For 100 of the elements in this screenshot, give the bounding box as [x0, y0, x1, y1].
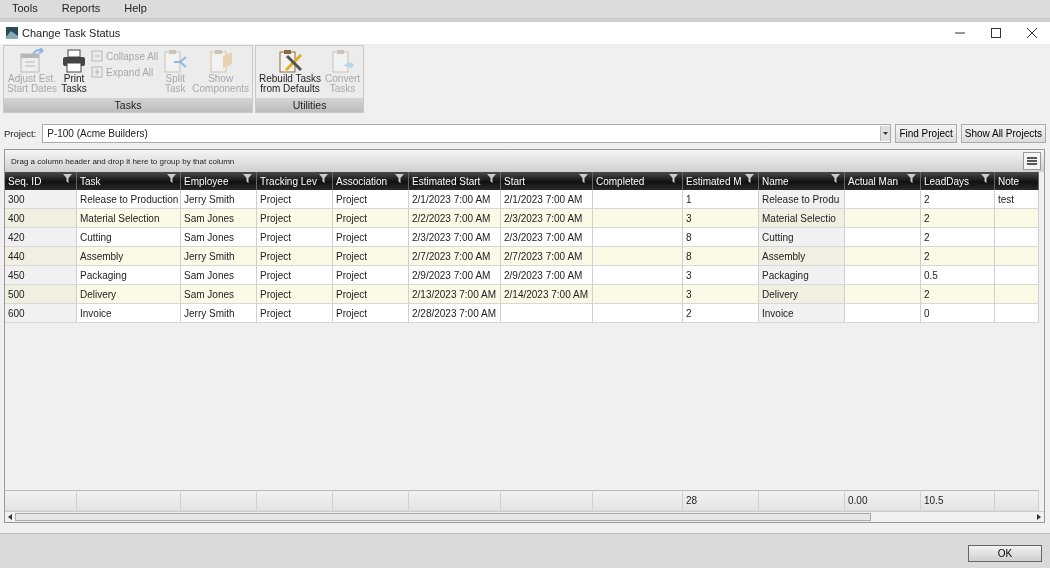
table-cell: 2: [921, 228, 995, 247]
menu-item[interactable]: Tools: [0, 0, 50, 18]
table-cell: 2/7/2023 7:00 AM: [409, 247, 501, 266]
project-button[interactable]: Show All Projects: [960, 124, 1046, 143]
table-cell: Delivery: [759, 285, 845, 304]
ribbon-button[interactable]: Print Tasks: [59, 48, 90, 94]
filter-icon[interactable]: [981, 174, 990, 183]
table-cell: Sam Jones: [181, 209, 257, 228]
table-cell: Project: [257, 304, 333, 323]
table-cell: 2/3/2023 7:00 AM: [501, 209, 593, 228]
table-cell: 2/9/2023 7:00 AM: [501, 266, 593, 285]
filter-icon[interactable]: [669, 174, 678, 183]
table-cell: Project: [333, 190, 409, 209]
column-header[interactable]: Task: [77, 172, 181, 190]
table-cell: Cutting: [77, 228, 181, 247]
total-cell: 10.5: [921, 490, 995, 511]
table-cell: 2: [683, 304, 759, 323]
table-cell: Delivery: [77, 285, 181, 304]
table-cell: Packaging: [77, 266, 181, 285]
column-header[interactable]: Tracking Lev: [257, 172, 333, 190]
table-cell: Project: [333, 209, 409, 228]
table-cell: [995, 228, 1039, 247]
table-cell: [995, 247, 1039, 266]
table-cell: Project: [333, 247, 409, 266]
column-header[interactable]: Name: [759, 172, 845, 190]
table-cell: Cutting: [759, 228, 845, 247]
table-cell: 2/3/2023 7:00 AM: [501, 228, 593, 247]
table-cell: test: [995, 190, 1039, 209]
project-button[interactable]: Find Project: [895, 124, 957, 143]
total-cell: 28: [683, 490, 759, 511]
table-cell: 2/1/2023 7:00 AM: [409, 190, 501, 209]
table-cell: 3: [683, 209, 759, 228]
ok-button[interactable]: OK: [968, 545, 1042, 562]
column-header[interactable]: Actual Man: [845, 172, 921, 190]
filter-icon[interactable]: [745, 174, 754, 183]
table-cell: Sam Jones: [181, 266, 257, 285]
table-cell: 2/1/2023 7:00 AM: [501, 190, 593, 209]
field-label: Project:: [4, 128, 37, 139]
table-cell: [995, 266, 1039, 285]
table-cell: [995, 304, 1039, 323]
footer-cell: [5, 490, 77, 511]
menu-item[interactable]: Help: [112, 0, 159, 18]
menu-item[interactable]: Reports: [49, 0, 113, 18]
project-dropdown[interactable]: P-100 (Acme Builders): [42, 124, 892, 143]
table-cell: Project: [333, 228, 409, 247]
table-cell: 500: [5, 285, 77, 304]
column-header[interactable]: Note: [995, 172, 1039, 190]
filter-icon[interactable]: [319, 174, 328, 183]
total-cell: 0.00: [845, 490, 921, 511]
table-cell: Project: [257, 285, 333, 304]
column-header[interactable]: LeadDays: [921, 172, 995, 190]
table-cell: Jerry Smith: [181, 190, 257, 209]
column-header[interactable]: Completed: [593, 172, 683, 190]
filter-icon[interactable]: [487, 174, 496, 183]
filter-icon[interactable]: [831, 174, 840, 183]
table-cell: 2: [921, 190, 995, 209]
clipboard-tools-icon: [277, 48, 304, 74]
filter-icon[interactable]: [243, 174, 252, 183]
column-header[interactable]: Estimated M: [683, 172, 759, 190]
column-header[interactable]: Association: [333, 172, 409, 190]
menu-icon[interactable]: [1023, 152, 1041, 170]
table-cell: 2/9/2023 7:00 AM: [409, 266, 501, 285]
table-cell: 2/14/2023 7:00 AM: [501, 285, 593, 304]
table-cell: Jerry Smith: [181, 247, 257, 266]
table-cell: Project: [333, 285, 409, 304]
table-cell: Project: [257, 266, 333, 285]
table-cell: 400: [5, 209, 77, 228]
table-cell: Project: [257, 209, 333, 228]
footer-cell: [995, 490, 1039, 511]
filter-icon[interactable]: [167, 174, 176, 183]
table-cell: [995, 209, 1039, 228]
table-cell: [995, 285, 1039, 304]
table-cell: Material Selection: [77, 209, 181, 228]
column-header[interactable]: Start: [501, 172, 593, 190]
table-cell: Project: [257, 190, 333, 209]
ribbon-button[interactable]: Rebuild Tasks from Defaults: [257, 48, 324, 94]
table-cell: 1: [683, 190, 759, 209]
column-header[interactable]: Seq. ID: [5, 172, 77, 190]
clipboard-icon: [207, 48, 234, 74]
maximize-icon: [991, 28, 1001, 38]
filter-icon[interactable]: [579, 174, 588, 183]
collapse-icon: [91, 50, 104, 62]
group-label: Utilities: [256, 98, 364, 112]
table-cell: 2/28/2023 7:00 AM: [409, 304, 501, 323]
scrollbar-thumb[interactable]: [15, 513, 871, 521]
table-cell: Project: [257, 228, 333, 247]
table-cell: 420: [5, 228, 77, 247]
table-cell: 0: [921, 304, 995, 323]
table-cell: Sam Jones: [181, 228, 257, 247]
filter-icon[interactable]: [395, 174, 404, 183]
clipboard-icon: [162, 48, 189, 74]
column-header[interactable]: Estimated Start: [409, 172, 501, 190]
table-cell: Project: [333, 266, 409, 285]
filter-icon[interactable]: [63, 174, 72, 183]
table-cell: 0.5: [921, 266, 995, 285]
table-cell: 3: [683, 285, 759, 304]
filter-icon[interactable]: [907, 174, 916, 183]
close-icon: [1027, 28, 1037, 38]
column-header[interactable]: Employee: [181, 172, 257, 190]
clipboard-icon: [329, 48, 356, 74]
